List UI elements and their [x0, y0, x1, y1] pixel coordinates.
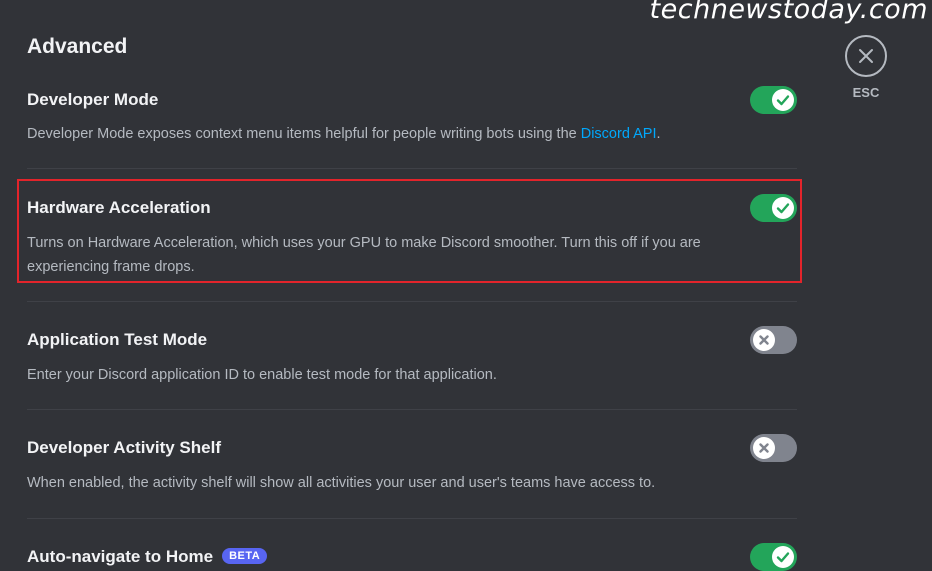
developer-activity-shelf-toggle[interactable]: [750, 434, 797, 462]
check-icon: [776, 552, 790, 563]
divider: [27, 168, 797, 169]
discord-api-link[interactable]: Discord API: [581, 126, 657, 142]
toggle-knob: [753, 329, 775, 351]
hardware-acceleration-toggle[interactable]: [750, 194, 797, 222]
toggle-knob: [753, 437, 775, 459]
developer-mode-toggle[interactable]: [750, 86, 797, 114]
setting-title: Developer Mode: [27, 90, 159, 109]
auto-navigate-home-toggle[interactable]: [750, 543, 797, 571]
check-icon: [776, 95, 790, 106]
application-test-mode-toggle[interactable]: [750, 326, 797, 354]
setting-description: Enter your Discord application ID to ena…: [27, 367, 497, 383]
setting-description: When enabled, the activity shelf will sh…: [27, 475, 656, 491]
x-icon: [759, 335, 769, 345]
toggle-knob: [772, 89, 794, 111]
setting-description: Developer Mode exposes context menu item…: [27, 126, 661, 142]
close-button[interactable]: [845, 35, 887, 77]
setting-title: Application Test Mode: [27, 330, 208, 349]
x-icon: [759, 443, 769, 453]
divider: [27, 518, 797, 519]
setting-title: Auto-navigate to Home BETA: [27, 547, 268, 567]
divider: [27, 409, 797, 410]
toggle-knob: [772, 546, 794, 568]
setting-title: Developer Activity Shelf: [27, 438, 221, 457]
check-icon: [776, 203, 790, 214]
toggle-knob: [772, 197, 794, 219]
divider: [27, 301, 797, 302]
setting-title: Hardware Acceleration: [27, 198, 211, 217]
esc-label: ESC: [852, 85, 880, 100]
esc-control: ESC: [844, 35, 888, 100]
setting-description: Turns on Hardware Acceleration, which us…: [27, 235, 701, 275]
watermark: technewstoday.com: [649, 0, 928, 25]
page-title: Advanced: [27, 35, 128, 58]
beta-badge: BETA: [222, 548, 268, 564]
close-icon: [859, 49, 873, 63]
